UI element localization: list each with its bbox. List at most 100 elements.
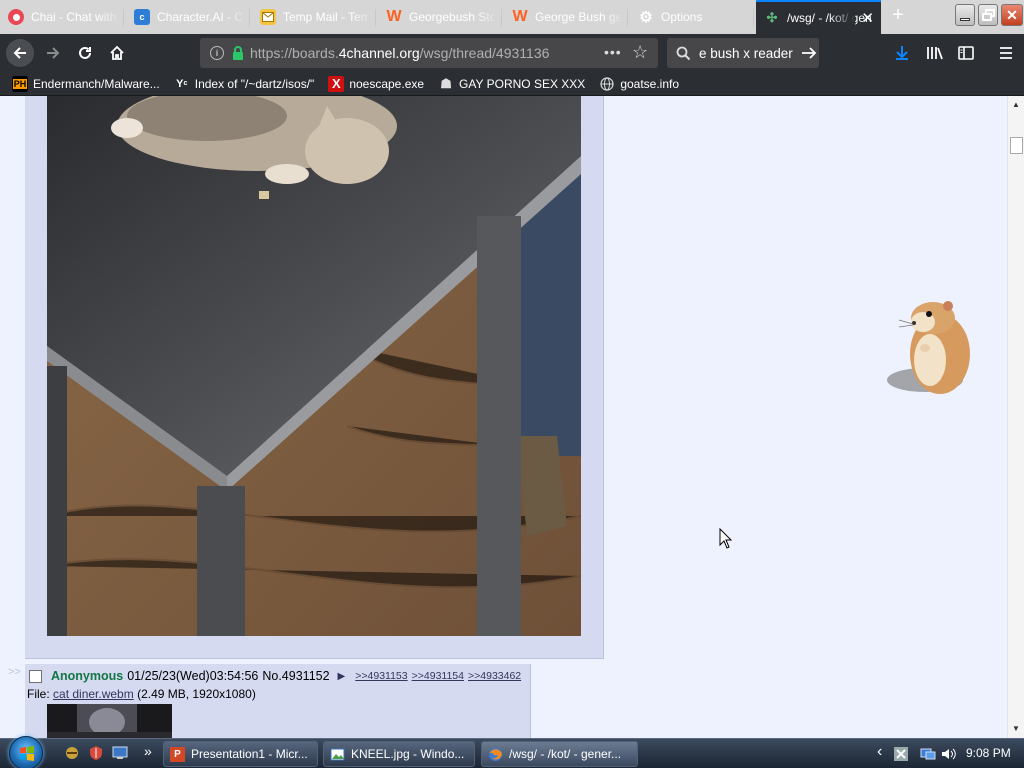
mouse-cursor-icon (719, 528, 733, 549)
quicklaunch-shield-icon[interactable] (88, 745, 104, 761)
tab-characterai[interactable]: c Character.AI - Chat (126, 2, 250, 32)
post-info: Anonymous 01/25/23(Wed)03:54:56 No.49311… (29, 669, 521, 683)
tab-tempmail[interactable]: Temp Mail - Temporary (252, 2, 376, 32)
hamster-sprite (885, 296, 975, 406)
post-datetime: 01/25/23(Wed)03:54:56 (127, 669, 259, 683)
page-content: >> Anonymous 01/25/23(Wed)03:54:56 No.49… (0, 96, 1024, 738)
quicklaunch-app-icon[interactable] (64, 745, 80, 761)
download-icon (896, 46, 908, 60)
backlink[interactable]: >>4933462 (468, 670, 521, 682)
start-button[interactable] (9, 736, 43, 768)
search-go-arrow-icon[interactable] (801, 46, 817, 60)
wattpad-icon: W (386, 8, 402, 25)
restore-button[interactable] (978, 4, 998, 26)
url-bar[interactable]: i https://boards.4channel.org/wsg/thread… (200, 38, 658, 68)
bookmark-item[interactable]: X noescape.exe (328, 75, 425, 92)
4chan-icon: ✣ (766, 10, 778, 25)
downloads-button[interactable] (888, 39, 916, 67)
bookmark-label: GAY PORNO SEX XXX (459, 76, 586, 91)
taskbar-clock[interactable]: 9:08 PM (966, 746, 1011, 760)
minimize-button[interactable] (955, 4, 975, 26)
taskbar-item-firefox[interactable]: /wsg/ - /kot/ - gener... (481, 741, 638, 767)
forward-arrow-icon (47, 47, 60, 59)
chai-icon (8, 9, 24, 25)
url-text: https://boards.4channel.org/wsg/thread/4… (250, 45, 550, 61)
hamster-icon (887, 301, 970, 394)
window-close-button[interactable]: ✕ (1001, 4, 1023, 26)
post-video[interactable] (47, 96, 581, 636)
back-button[interactable] (6, 39, 34, 67)
search-input[interactable]: e bush x reader (699, 46, 793, 61)
bookmarks-toolbar: PH Endermanch/Malware... Yc Index of "/~… (0, 72, 1024, 96)
tray-network-icon[interactable] (920, 746, 936, 762)
bookmark-item[interactable]: PH Endermanch/Malware... (12, 75, 160, 92)
forward-button[interactable] (39, 39, 67, 67)
bookmark-label: Endermanch/Malware... (33, 76, 160, 91)
reload-button[interactable] (71, 39, 99, 67)
file-info: File: cat diner.webm (2.49 MB, 1920x1080… (27, 687, 256, 701)
bookmark-item[interactable]: ☗ GAY PORNO SEX XXX (438, 76, 585, 92)
new-tab-button[interactable]: + (888, 4, 908, 28)
tab-options[interactable]: ⚙ Options (630, 2, 754, 32)
backlink[interactable]: >>4931154 (412, 670, 464, 682)
tray-expand-icon[interactable]: ‹ (877, 743, 882, 761)
sidebar-icon (958, 46, 974, 60)
side-arrows: >> (8, 666, 21, 678)
file-label: File: (27, 687, 54, 701)
quicklaunch-computer-icon[interactable] (112, 745, 128, 761)
page-actions-icon[interactable]: ••• (604, 44, 622, 60)
poster-name: Anonymous (51, 669, 124, 683)
minimize-icon (960, 17, 970, 21)
post-checkbox[interactable] (29, 669, 42, 683)
guy-icon: ☗ (440, 75, 452, 91)
backlink[interactable]: >>4931153 (355, 670, 407, 682)
sidebar-button[interactable] (952, 39, 980, 67)
scroll-up-icon[interactable]: ▲ (1012, 100, 1020, 109)
gear-icon: ⚙ (639, 9, 653, 26)
bookmark-item[interactable]: goatse.info (599, 76, 679, 92)
menu-button[interactable] (992, 39, 1020, 67)
file-link[interactable]: cat diner.webm (53, 687, 134, 701)
scroll-down-icon[interactable]: ▼ (1012, 724, 1020, 733)
tab-georgebush-stories[interactable]: W Georgebush Stories (378, 2, 502, 32)
library-button[interactable] (921, 39, 949, 67)
bookmark-star-icon[interactable]: ☆ (632, 42, 648, 63)
tray-action-center-icon[interactable] (893, 746, 909, 762)
tab-label: Options (661, 10, 703, 24)
bookmark-item[interactable]: Yc Index of "/~dartz/isos/" (174, 76, 315, 92)
wattpad-icon: W (512, 8, 528, 25)
vertical-scrollbar[interactable]: ▲ ▼ (1007, 96, 1024, 738)
taskbar-overflow-icon[interactable]: » (144, 743, 152, 759)
characterai-icon: c (134, 9, 150, 25)
windows-taskbar: » P Presentation1 - Micr... KNEEL.jpg - … (0, 736, 1024, 768)
search-icon (676, 46, 691, 60)
taskbar-item-image-viewer[interactable]: KNEEL.jpg - Windo... (323, 741, 475, 767)
navigation-toolbar: i https://boards.4channel.org/wsg/thread… (0, 34, 1024, 72)
tab-george-bush-gets[interactable]: W George Bush gets (504, 2, 628, 32)
close-tab-icon[interactable]: ✕ (861, 9, 874, 27)
powerpoint-icon: P (170, 746, 185, 762)
tab-wsg-active[interactable]: ✣ /wsg/ - /kot/ gen ✕ (756, 0, 881, 34)
post-number[interactable]: No.4931152 (262, 669, 329, 683)
search-bar[interactable]: e bush x reader (667, 38, 819, 68)
post-menu-icon[interactable]: ▶ (338, 671, 346, 682)
tray-volume-icon[interactable] (940, 746, 956, 762)
cat-on-table-image (47, 96, 581, 636)
tab-chai[interactable]: Chai - Chat with AI (0, 2, 124, 32)
home-button[interactable] (103, 39, 131, 67)
scrollbar-thumb[interactable] (1010, 137, 1023, 154)
back-arrow-icon (13, 47, 26, 59)
video-thumbnail[interactable] (47, 704, 172, 738)
info-icon[interactable]: i (210, 46, 224, 60)
home-icon (110, 45, 124, 60)
close-icon: ✕ (1006, 6, 1018, 23)
tempmail-icon (260, 9, 276, 25)
image-viewer-icon (330, 747, 345, 762)
globe-icon (599, 76, 615, 92)
bookmark-label: noescape.exe (349, 76, 425, 91)
taskbar-item-powerpoint[interactable]: P Presentation1 - Micr... (163, 741, 318, 767)
lock-icon (233, 46, 243, 60)
file-meta: (2.49 MB, 1920x1080) (137, 687, 256, 701)
bookmark-label: Index of "/~dartz/isos/" (194, 76, 315, 91)
hamburger-menu-icon (1000, 47, 1012, 59)
